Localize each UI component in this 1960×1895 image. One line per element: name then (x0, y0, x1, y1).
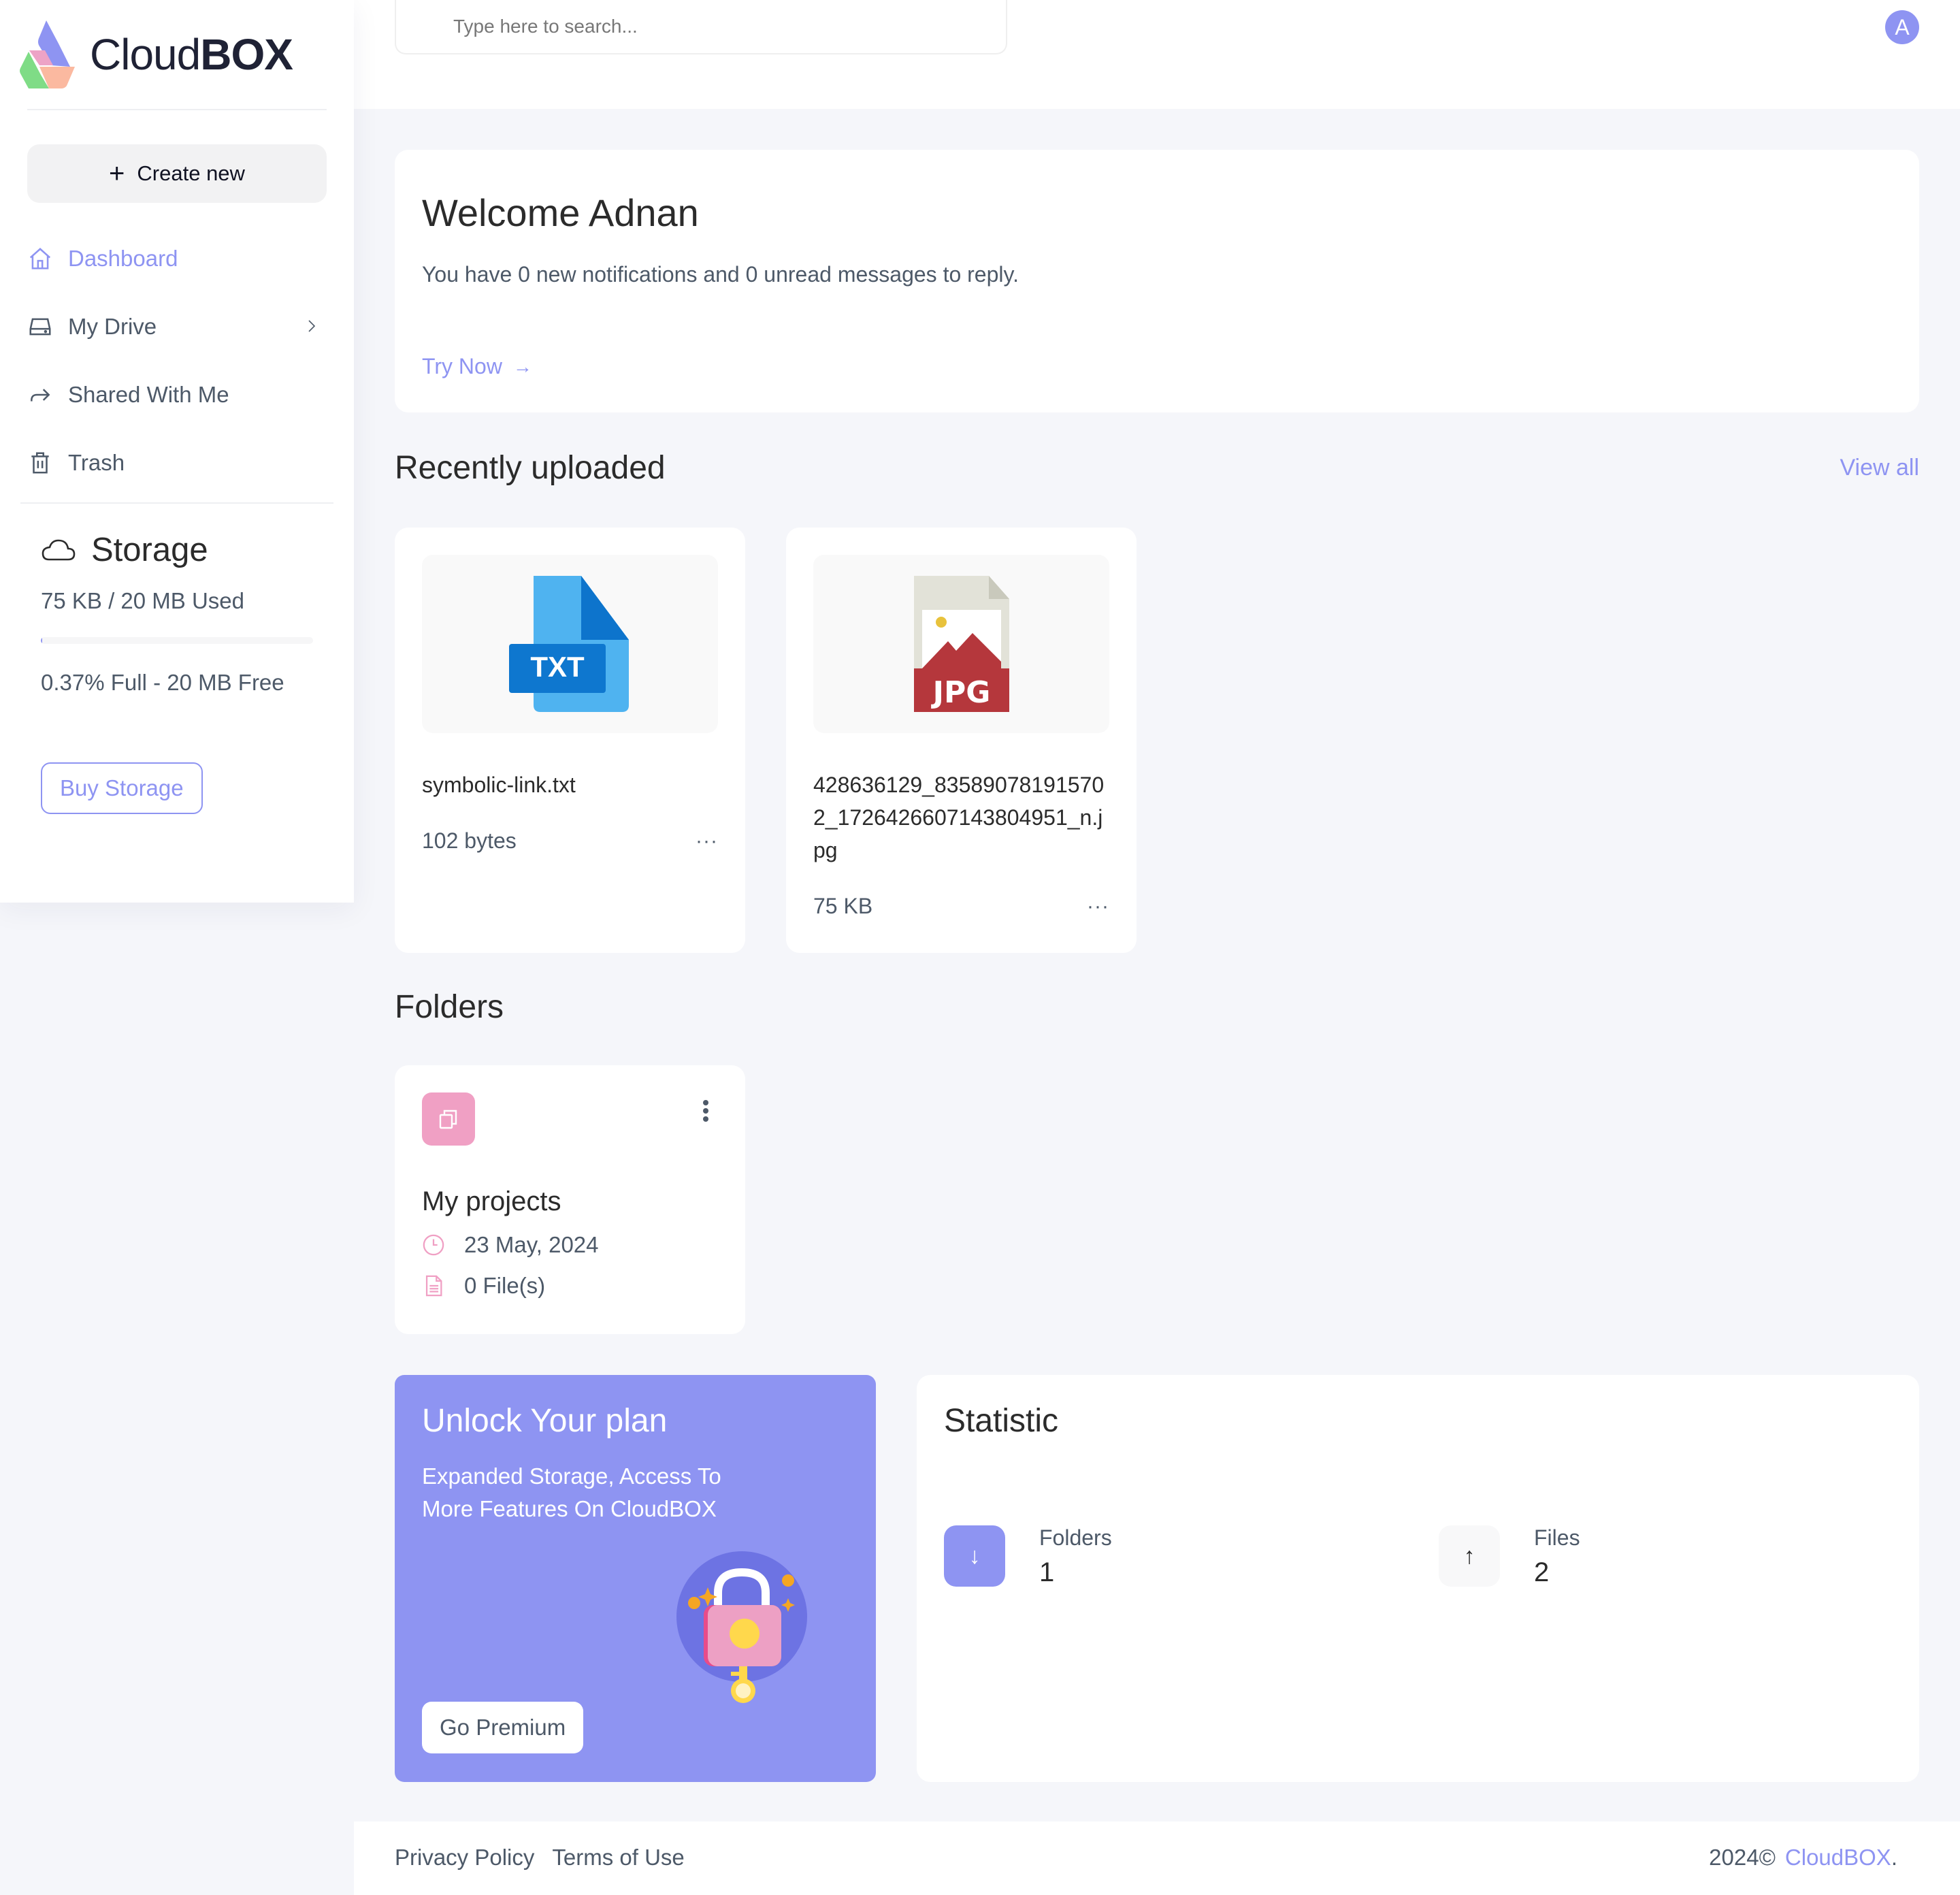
sidebar-nav: Dashboard My Drive Shared With Me Trash (27, 225, 327, 497)
create-new-button[interactable]: + Create new (27, 144, 327, 203)
share-icon (27, 382, 53, 408)
storage-title: Storage (41, 531, 313, 569)
storage-used-text: 75 KB / 20 MB Used (41, 588, 244, 613)
more-options-icon[interactable]: ··· (1087, 896, 1109, 917)
more-options-icon[interactable]: ··· (696, 830, 718, 852)
go-premium-button[interactable]: Go Premium (422, 1702, 584, 1753)
top-header: A (354, 0, 1960, 109)
welcome-card: Welcome Adnan You have 0 new notificatio… (395, 150, 1919, 412)
home-icon (27, 246, 53, 272)
file-meta: 75 KB ··· (813, 894, 1109, 919)
plus-icon: + (109, 159, 125, 189)
folder-card[interactable]: My projects 23 May, 2024 0 File(s) (395, 1065, 745, 1334)
stat-text: Files 2 (1534, 1525, 1580, 1588)
file-meta: 102 bytes ··· (422, 828, 718, 854)
brand-link[interactable]: CloudBOX (1785, 1845, 1891, 1870)
storage-progress-bar (41, 637, 313, 644)
sidebar-item-label: Shared With Me (68, 382, 229, 407)
storage-panel: Storage 75 KB / 20 MB Used 0.37% Full - … (41, 531, 313, 696)
svg-text:JPG: JPG (930, 675, 990, 710)
recently-uploaded-title: Recently uploaded (395, 450, 666, 486)
stat-folders: ↓ Folders 1 (944, 1525, 1112, 1588)
document-icon (425, 1275, 442, 1297)
file-thumbnail: TXT (422, 555, 718, 733)
sidebar-divider (27, 109, 327, 110)
file-card[interactable]: JPG 428636129_835890781915702_1726426607… (786, 528, 1137, 953)
logo-text: CloudBOX (90, 30, 293, 79)
footer-links: Privacy Policy Terms of Use (395, 1845, 685, 1870)
trash-icon (27, 450, 53, 476)
folder-files-row: 0 File(s) (422, 1273, 718, 1299)
txt-file-icon: TXT (508, 576, 629, 712)
kebab-menu-icon[interactable] (702, 1099, 710, 1126)
unlock-illustration-icon (676, 1551, 807, 1703)
folder-date: 23 May, 2024 (464, 1232, 599, 1257)
search-box (395, 0, 1007, 54)
stat-value: 1 (1039, 1557, 1055, 1587)
file-thumbnail: JPG (813, 555, 1109, 733)
privacy-policy-link[interactable]: Privacy Policy (395, 1845, 534, 1870)
stat-label: Files (1534, 1525, 1580, 1550)
drive-icon (27, 314, 53, 340)
folder-icon (422, 1092, 475, 1146)
file-size: 75 KB (813, 894, 873, 918)
try-now-link[interactable]: Try Now → (422, 354, 532, 379)
sidebar-item-dashboard[interactable]: Dashboard (27, 225, 327, 293)
statistic-card: Statistic ↓ Folders 1 ↑ Files 2 (917, 1375, 1919, 1782)
sidebar-item-label: My Drive (68, 314, 157, 339)
copyright: 2024© CloudBOX. (1709, 1845, 1897, 1870)
search-input[interactable] (396, 16, 1006, 37)
sidebar-item-label: Dashboard (68, 246, 178, 271)
folder-name: My projects (422, 1186, 561, 1216)
welcome-message: You have 0 new notifications and 0 unrea… (422, 262, 1019, 287)
folder-date-row: 23 May, 2024 (422, 1232, 718, 1258)
view-all-link[interactable]: View all (1840, 455, 1919, 481)
svg-text:TXT: TXT (530, 651, 585, 683)
logo[interactable]: CloudBOX (19, 19, 293, 90)
footer: Privacy Policy Terms of Use 2024© CloudBO… (354, 1821, 1960, 1895)
promo-title: Unlock Your plan (422, 1403, 668, 1439)
storage-progress-fill (41, 637, 42, 644)
arrow-down-icon: ↓ (944, 1525, 1005, 1587)
statistic-title: Statistic (944, 1403, 1059, 1439)
buy-storage-button[interactable]: Buy Storage (41, 762, 203, 814)
welcome-title: Welcome Adnan (422, 191, 699, 234)
arrow-right-icon: → (512, 355, 532, 377)
file-name: 428636129_835890781915702_17264266071438… (813, 773, 1105, 862)
file-name: symbolic-link.txt (422, 773, 576, 797)
terms-of-use-link[interactable]: Terms of Use (552, 1845, 684, 1870)
unlock-plan-card: Unlock Your plan Expanded Storage, Acces… (395, 1375, 876, 1782)
stat-files: ↑ Files 2 (1439, 1525, 1580, 1588)
arrow-up-icon: ↑ (1439, 1525, 1500, 1587)
sidebar: CloudBOX + Create new Dashboard My Drive (0, 0, 354, 903)
jpg-file-icon: JPG (913, 576, 1009, 712)
avatar[interactable]: A (1885, 10, 1919, 44)
sidebar-item-label: Trash (68, 450, 125, 475)
create-new-label: Create new (137, 161, 245, 185)
sidebar-item-shared-with-me[interactable]: Shared With Me (27, 361, 327, 429)
stat-text: Folders 1 (1039, 1525, 1112, 1588)
folder-file-count: 0 File(s) (464, 1273, 546, 1298)
cloudbox-logo-icon (20, 20, 75, 88)
sidebar-item-my-drive[interactable]: My Drive (27, 293, 327, 361)
storage-free-text: 0.37% Full - 20 MB Free (41, 670, 284, 695)
sidebar-divider (20, 502, 333, 504)
stat-label: Folders (1039, 1525, 1112, 1550)
file-size: 102 bytes (422, 828, 517, 853)
cloud-icon (42, 539, 76, 561)
clock-icon (423, 1234, 444, 1256)
sidebar-item-trash[interactable]: Trash (27, 429, 327, 497)
file-card[interactable]: TXT symbolic-link.txt 102 bytes ··· (395, 528, 745, 953)
promo-description: Expanded Storage, Access To More Feature… (422, 1463, 721, 1521)
chevron-right-icon (304, 314, 320, 340)
stat-value: 2 (1534, 1557, 1550, 1587)
folders-title: Folders (395, 989, 504, 1025)
